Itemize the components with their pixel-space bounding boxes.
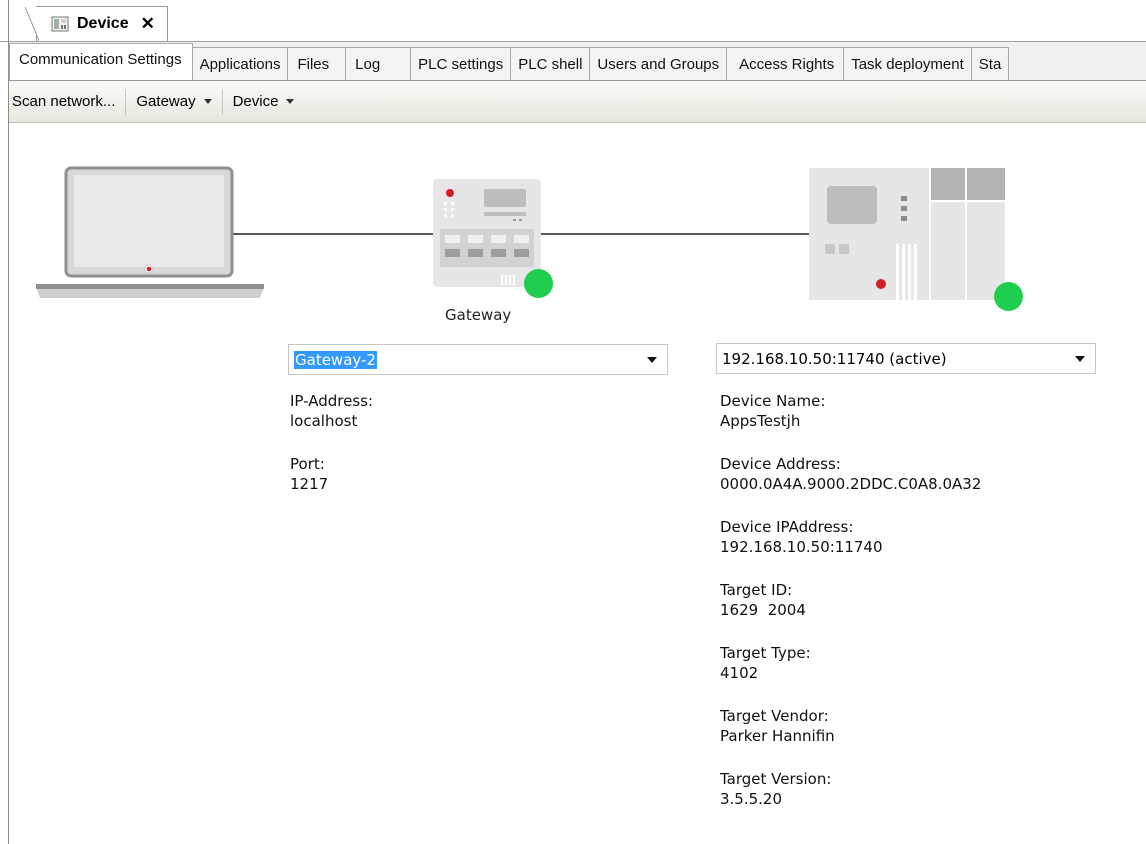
tab-access-rights[interactable]: Access Rights <box>726 47 845 80</box>
communication-toolbar: Scan network... Gateway Device <box>9 81 1146 123</box>
tab-files[interactable]: Files <box>287 47 347 80</box>
device-info: Device Name: AppsTestjh Device Address: … <box>720 391 981 832</box>
gateway-select[interactable]: Gateway-2 <box>288 344 668 375</box>
device-menu-label: Device <box>232 93 279 110</box>
chevron-down-icon <box>203 99 212 104</box>
field-label: Device Address: <box>720 455 841 473</box>
tab-users-and-groups[interactable]: Users and Groups <box>589 47 728 80</box>
network-diagram: Gateway <box>9 122 1146 342</box>
scan-network-label: Scan network... <box>12 93 116 110</box>
chevron-down-icon[interactable] <box>1075 356 1085 362</box>
device-select[interactable]: 192.168.10.50:11740 (active) <box>716 343 1096 374</box>
connection-line-gateway-device <box>541 233 809 235</box>
settings-tab-bar: Communication Settings Applications File… <box>9 42 1146 81</box>
gateway-port-field: Port: 1217 <box>290 454 373 494</box>
field-value: AppsTestjh <box>720 412 801 430</box>
field-value: 4102 <box>720 664 759 682</box>
field-value: 1629 2004 <box>720 601 806 619</box>
target-id-field: Target ID: 1629 2004 <box>720 580 981 620</box>
gateway-status-icon <box>524 269 553 298</box>
tab-communication-settings[interactable]: Communication Settings <box>9 43 193 80</box>
field-value: 192.168.10.50:11740 <box>720 538 883 556</box>
laptop-icon <box>36 166 264 298</box>
gateway-ip-field: IP-Address: localhost <box>290 391 373 431</box>
tab-task-deployment[interactable]: Task deployment <box>843 47 972 80</box>
gateway-select-value: Gateway-2 <box>294 350 377 369</box>
field-label: Device IPAddress: <box>720 518 854 536</box>
target-version-field: Target Version: 3.5.5.20 <box>720 769 981 809</box>
tab-plc-settings[interactable]: PLC settings <box>410 47 512 80</box>
device-status-icon <box>994 282 1023 311</box>
gateway-icon <box>433 179 541 287</box>
gateway-menu-button[interactable]: Gateway <box>126 88 221 116</box>
device-document-tab[interactable]: Device ✕ <box>25 6 168 41</box>
field-label: Target ID: <box>720 581 793 599</box>
field-label: Target Vendor: <box>720 707 829 725</box>
device-icon <box>51 16 69 32</box>
target-type-field: Target Type: 4102 <box>720 643 981 683</box>
field-value: localhost <box>290 412 358 430</box>
tab-status-truncated[interactable]: Sta <box>970 47 1010 80</box>
gateway-diagram-label: Gateway <box>445 306 512 324</box>
field-label: Target Version: <box>720 770 832 788</box>
field-label: Target Type: <box>720 644 811 662</box>
field-label: Device Name: <box>720 392 826 410</box>
tab-log[interactable]: Log <box>345 47 412 80</box>
device-select-value: 192.168.10.50:11740 (active) <box>722 349 947 368</box>
tab-plc-shell[interactable]: PLC shell <box>510 47 591 80</box>
device-menu-button[interactable]: Device <box>223 88 305 116</box>
scan-network-button[interactable]: Scan network... <box>9 88 125 116</box>
target-vendor-field: Target Vendor: Parker Hannifin <box>720 706 981 746</box>
device-ipaddress-field: Device IPAddress: 192.168.10.50:11740 <box>720 517 981 557</box>
close-icon[interactable]: ✕ <box>141 14 155 34</box>
document-tab-title: Device <box>77 15 129 32</box>
field-value: 3.5.5.20 <box>720 790 783 808</box>
plc-device-icon <box>809 168 1005 300</box>
gateway-menu-label: Gateway <box>136 93 196 110</box>
chevron-down-icon[interactable] <box>647 357 657 363</box>
device-address-field: Device Address: 0000.0A4A.9000.2DDC.C0A8… <box>720 454 981 494</box>
device-name-field: Device Name: AppsTestjh <box>720 391 981 431</box>
field-label: IP-Address: <box>290 392 374 410</box>
field-label: Port: <box>290 455 325 473</box>
document-tab-strip: Device ✕ <box>0 0 1146 844</box>
field-value: 1217 <box>290 475 329 493</box>
field-value: 0000.0A4A.9000.2DDC.C0A8.0A32 <box>720 475 982 493</box>
gateway-info: IP-Address: localhost Port: 1217 <box>290 391 373 517</box>
field-value: Parker Hannifin <box>720 727 835 745</box>
chevron-down-icon <box>286 99 295 104</box>
tab-applications[interactable]: Applications <box>191 47 289 80</box>
